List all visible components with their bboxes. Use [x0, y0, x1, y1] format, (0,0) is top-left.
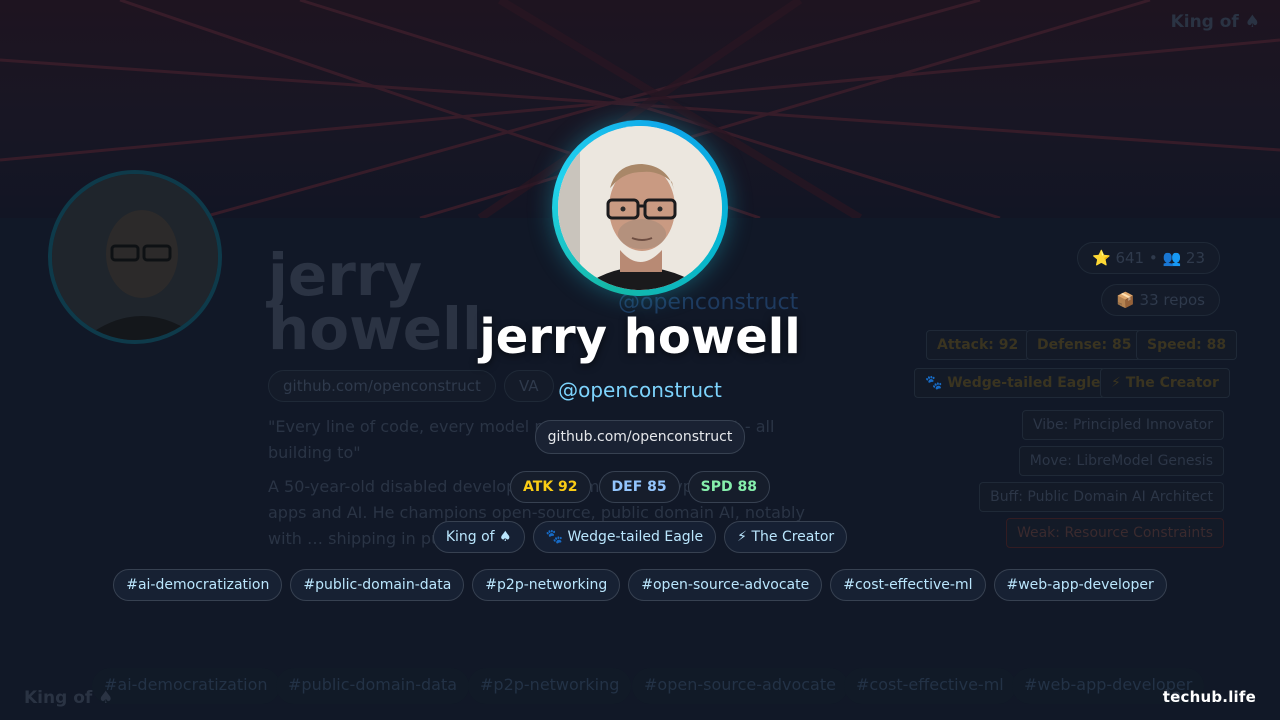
tag-chip[interactable]: #ai-democratization — [113, 569, 283, 601]
brand-watermark: techub.life — [1162, 688, 1256, 706]
badge-archetype: ⚡ The Creator — [724, 521, 848, 553]
stat-speed: SPD 88 — [687, 471, 770, 503]
badges-row: King of ♠ 🐾 Wedge-tailed Eagle ⚡ The Cre… — [0, 521, 1280, 553]
stat-attack: ATK 92 — [510, 471, 591, 503]
profile-handle[interactable]: @openconstruct — [0, 376, 1280, 404]
avatar-photo — [558, 126, 722, 290]
profile-card-overlay: jerry howell @openconstruct github.com/o… — [0, 0, 1280, 720]
badge-spirit-animal: 🐾 Wedge-tailed Eagle — [532, 521, 717, 553]
tag-chip[interactable]: #web-app-developer — [993, 569, 1167, 601]
tag-chip[interactable]: #open-source-advocate — [628, 569, 823, 601]
avatar — [552, 120, 728, 296]
profile-name: jerry howell — [479, 309, 801, 365]
link-row: github.com/openconstruct — [0, 420, 1280, 454]
stat-defense: DEF 85 — [598, 471, 680, 503]
stats-row: ATK 92 DEF 85 SPD 88 — [0, 471, 1280, 503]
github-link[interactable]: github.com/openconstruct — [534, 420, 746, 454]
avatar-portrait — [558, 126, 722, 290]
tags-row: #ai-democratization #public-domain-data … — [0, 569, 1280, 601]
tag-chip[interactable]: #p2p-networking — [472, 569, 621, 601]
badge-king-of-spades: King of ♠ — [432, 521, 525, 553]
tag-chip[interactable]: #public-domain-data — [290, 569, 465, 601]
tag-chip[interactable]: #cost-effective-ml — [830, 569, 986, 601]
